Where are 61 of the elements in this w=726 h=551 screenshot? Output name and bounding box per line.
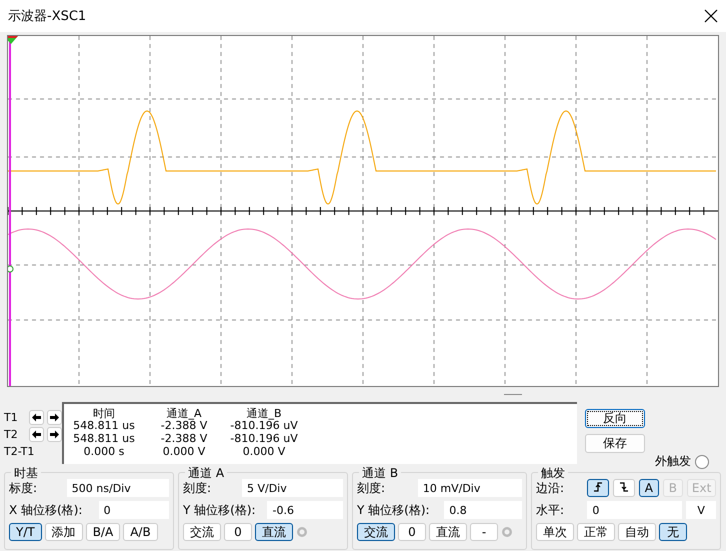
field-label: 刻度: <box>357 480 386 496</box>
radio-button[interactable] <box>695 454 709 468</box>
probe-dot-icon <box>501 526 513 538</box>
input-field[interactable]: 0 <box>98 501 169 519</box>
input-field[interactable]: 500 ns/Div <box>66 479 169 497</box>
column-header: 时间 <box>92 406 116 419</box>
mode-button[interactable]: Y/T <box>9 523 42 541</box>
field-label: 标度: <box>9 480 38 496</box>
probe-dot-icon <box>296 526 308 538</box>
mode-button[interactable]: 直流 <box>255 523 293 541</box>
mode-button[interactable]: 单次 <box>536 523 574 541</box>
table-cell-text: 548.811 us <box>72 432 136 445</box>
action-button[interactable]: 保存 <box>585 434 645 453</box>
mode-button[interactable]: 交流 <box>183 523 221 541</box>
field-label: 水平: <box>536 502 566 518</box>
input-field[interactable]: 0 <box>587 501 682 519</box>
cursor-marker-icon[interactable] <box>8 36 18 44</box>
field-label: X 轴位移(格): <box>9 502 84 518</box>
table-cell-text: -810.196 uV <box>229 419 299 432</box>
mode-button[interactable]: - <box>470 523 498 541</box>
table-cell-text: -810.196 uV <box>229 432 299 445</box>
mode-button[interactable]: 无 <box>659 523 687 541</box>
action-button[interactable]: 反向 <box>585 409 645 428</box>
field-label: 刻度: <box>183 480 212 496</box>
unit-label: V <box>686 501 716 519</box>
mode-button[interactable]: 正常 <box>577 523 615 541</box>
input-field[interactable]: 10 mV/Div <box>418 479 522 497</box>
source-button[interactable]: A <box>638 479 659 497</box>
mode-button[interactable]: 直流 <box>429 523 467 541</box>
table-cell-text: 548.811 us <box>72 419 136 432</box>
column-header: 通道_A <box>165 406 203 419</box>
mode-button[interactable]: B/A <box>86 523 120 541</box>
window-title: 示波器-XSC1 <box>8 8 86 25</box>
mode-button[interactable]: 添加 <box>44 523 83 541</box>
mode-button[interactable]: 0 <box>398 523 426 541</box>
input-field[interactable]: -0.6 <box>267 501 343 519</box>
field-label: Y 轴位移(格): <box>183 502 257 518</box>
mode-button[interactable]: 交流 <box>357 523 395 541</box>
mode-button[interactable]: 自动 <box>618 523 656 541</box>
table-cell-text: 0.000 V <box>162 445 206 458</box>
input-field[interactable]: 0.8 <box>444 501 522 519</box>
close-icon[interactable] <box>704 9 718 23</box>
group-title: 触发 <box>538 465 568 482</box>
field-label: Y 轴位移(格): <box>357 502 431 518</box>
mode-button[interactable]: 0 <box>224 523 252 541</box>
group-title: 时基 <box>11 465 41 482</box>
cursor-label: T2 <box>4 428 19 441</box>
field-label: 边沿: <box>536 480 566 496</box>
edge-button[interactable] <box>587 479 610 497</box>
cursor-label: T1 <box>4 411 19 424</box>
input-field[interactable]: 5 V/Div <box>242 479 343 497</box>
mode-button[interactable]: A/B <box>123 523 158 541</box>
cursor-label: T2-T1 <box>4 445 34 458</box>
column-header: 通道_B <box>245 406 283 419</box>
table-cell-text: -2.388 V <box>160 432 208 445</box>
table-cell-text: 0.000 s <box>82 445 126 458</box>
option-label: 外触发 <box>655 453 691 470</box>
table-cell-text: 0.000 V <box>242 445 286 458</box>
table-cell-text: -2.388 V <box>160 419 208 432</box>
group-title: 通道 A <box>185 465 228 482</box>
group-title: 通道 B <box>359 465 402 482</box>
